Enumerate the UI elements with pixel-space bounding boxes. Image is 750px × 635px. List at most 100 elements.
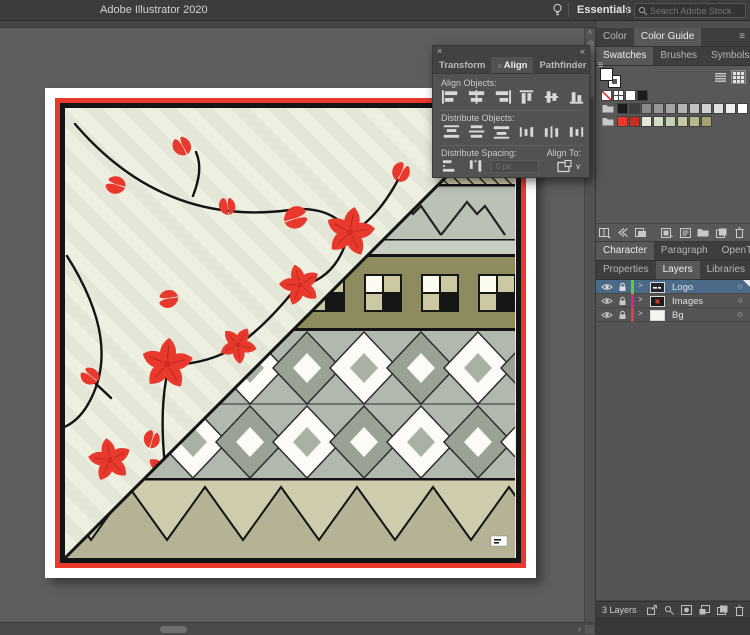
- libraries-panel-icon[interactable]: [614, 228, 632, 237]
- swatch[interactable]: [665, 116, 676, 127]
- stock-search[interactable]: [634, 3, 746, 18]
- swatch[interactable]: [641, 103, 652, 114]
- swatch-kinds-icon[interactable]: [632, 227, 650, 238]
- horizontal-scroll-thumb[interactable]: [160, 626, 187, 633]
- swatch-libraries-icon[interactable]: [596, 227, 614, 238]
- delete-layer-icon[interactable]: [735, 605, 744, 616]
- tab-layers[interactable]: Layers: [655, 261, 700, 279]
- visibility-eye-icon[interactable]: [601, 283, 613, 291]
- tab-opentype[interactable]: OpenType: [715, 242, 750, 260]
- tab-paragraph[interactable]: Paragraph: [654, 242, 715, 260]
- swatch[interactable]: [701, 116, 712, 127]
- layer-target-icon[interactable]: ○: [738, 309, 743, 319]
- layer-thumbnail[interactable]: [650, 295, 665, 307]
- lock-icon[interactable]: [618, 282, 627, 292]
- layer-row-logo[interactable]: > Logo ○: [596, 280, 750, 294]
- align-right-button[interactable]: [491, 89, 512, 105]
- tab-align[interactable]: ○ Align: [491, 57, 534, 73]
- new-color-group-icon[interactable]: [694, 228, 712, 237]
- panel-menu-icon[interactable]: ≡: [592, 57, 608, 73]
- swatch[interactable]: [653, 116, 664, 127]
- layer-name[interactable]: Images: [672, 296, 703, 307]
- lightbulb-icon[interactable]: [551, 3, 564, 17]
- tab-color-guide[interactable]: Color Guide: [633, 28, 702, 46]
- grid-view-button[interactable]: [731, 70, 746, 84]
- layer-row-bg[interactable]: > Bg ○: [596, 308, 750, 322]
- swatch[interactable]: [725, 103, 736, 114]
- scroll-up-icon[interactable]: ∧: [585, 28, 595, 38]
- swatch[interactable]: [689, 103, 700, 114]
- lock-icon[interactable]: [618, 310, 627, 320]
- swatch[interactable]: [677, 116, 688, 127]
- distribute-horizontal-center-button[interactable]: [541, 124, 562, 140]
- swatch[interactable]: [737, 103, 748, 114]
- tab-color[interactable]: Color: [596, 28, 634, 46]
- locate-object-icon[interactable]: [664, 605, 674, 615]
- new-layer-icon[interactable]: [717, 605, 728, 615]
- distribute-top-button[interactable]: [441, 124, 462, 140]
- swatch[interactable]: [625, 90, 636, 101]
- swatch[interactable]: [677, 103, 688, 114]
- new-sublayer-icon[interactable]: [699, 605, 710, 615]
- swatch[interactable]: [665, 103, 676, 114]
- horizontal-distribute-space-button[interactable]: [466, 158, 487, 174]
- tab-properties[interactable]: Properties: [596, 261, 656, 279]
- align-left-button[interactable]: [441, 89, 462, 105]
- workspace-chevron-icon[interactable]: ∨: [617, 4, 623, 13]
- disclosure-arrow-icon[interactable]: >: [638, 281, 643, 290]
- tab-character[interactable]: Character: [596, 242, 654, 260]
- workspace-switcher[interactable]: Essentials: [577, 4, 631, 16]
- tab-symbols[interactable]: Symbols: [704, 47, 750, 65]
- collapse-icon[interactable]: «: [580, 46, 585, 56]
- close-icon[interactable]: ×: [437, 46, 442, 56]
- color-group-folder-icon[interactable]: [601, 103, 615, 114]
- delete-swatch-icon[interactable]: [730, 227, 748, 238]
- spacing-value-dropdown[interactable]: 0 px: [491, 160, 539, 173]
- swatch-none[interactable]: [601, 90, 612, 101]
- align-vertical-center-button[interactable]: [541, 89, 562, 105]
- visibility-eye-icon[interactable]: [601, 297, 613, 305]
- layer-target-icon[interactable]: ○: [738, 295, 743, 305]
- align-horizontal-center-button[interactable]: [466, 89, 487, 105]
- swatch-options-icon[interactable]: [676, 227, 694, 238]
- panel-menu-icon[interactable]: ≡: [734, 28, 750, 46]
- horizontal-scrollbar[interactable]: ›: [0, 622, 595, 635]
- layer-row-images[interactable]: > Images ○: [596, 294, 750, 308]
- swatch[interactable]: [637, 90, 648, 101]
- layer-name[interactable]: Bg: [672, 310, 684, 321]
- visibility-eye-icon[interactable]: [601, 311, 613, 319]
- show-swatch-kinds-icon[interactable]: [658, 227, 676, 238]
- vertical-distribute-space-button[interactable]: [441, 158, 462, 174]
- distribute-left-button[interactable]: [516, 124, 537, 140]
- swatch[interactable]: [653, 103, 664, 114]
- clipping-mask-icon[interactable]: [681, 605, 692, 615]
- swatch[interactable]: [629, 116, 640, 127]
- tab-transform[interactable]: Transform: [433, 57, 491, 73]
- layer-thumbnail[interactable]: [650, 309, 665, 321]
- list-view-button[interactable]: [713, 70, 728, 84]
- align-top-button[interactable]: [516, 89, 537, 105]
- tab-libraries[interactable]: Libraries: [700, 261, 750, 279]
- search-input[interactable]: [648, 4, 738, 17]
- align-to-dropdown[interactable]: ∨: [557, 159, 581, 174]
- collect-for-export-icon[interactable]: [647, 605, 657, 615]
- tab-brushes[interactable]: Brushes: [653, 47, 704, 65]
- lock-icon[interactable]: [618, 296, 627, 306]
- swatch[interactable]: [641, 116, 652, 127]
- color-group-folder-icon[interactable]: [601, 116, 615, 127]
- disclosure-arrow-icon[interactable]: >: [638, 295, 643, 304]
- swatch[interactable]: [689, 116, 700, 127]
- layer-name[interactable]: Logo: [672, 282, 693, 293]
- disclosure-arrow-icon[interactable]: >: [638, 309, 643, 318]
- swatch-registration[interactable]: [613, 90, 624, 101]
- align-bottom-button[interactable]: [566, 89, 587, 105]
- swatch[interactable]: [617, 116, 628, 127]
- new-swatch-icon[interactable]: [712, 228, 730, 238]
- swatch[interactable]: [701, 103, 712, 114]
- layer-thumbnail[interactable]: [650, 281, 665, 293]
- tab-pathfinder[interactable]: Pathfinder: [533, 57, 592, 73]
- layer-target-icon[interactable]: ○: [738, 281, 743, 291]
- distribute-right-button[interactable]: [566, 124, 587, 140]
- distribute-bottom-button[interactable]: [491, 124, 512, 140]
- swatch[interactable]: [713, 103, 724, 114]
